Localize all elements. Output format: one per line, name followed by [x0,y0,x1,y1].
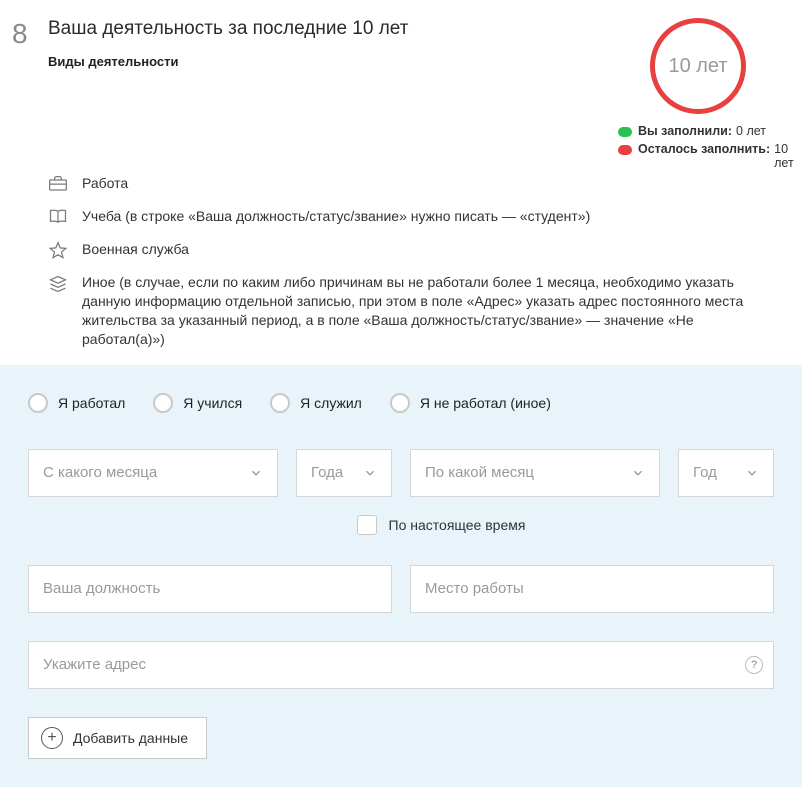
book-icon [48,208,68,226]
progress-remaining: Осталось заполнить: 10 лет [618,142,778,170]
radio-none-label: Я не работал (иное) [420,395,551,411]
progress-remain-value: 10 лет [774,142,794,170]
progress-filled-label: Вы заполнили: [638,124,732,138]
year-to-select[interactable]: Год [678,449,774,497]
month-from-placeholder: С какого месяца [43,464,157,481]
section-title: Ваша деятельность за последние 10 лет [48,18,610,40]
year-from-placeholder: Года [311,464,343,481]
progress-remain-label: Осталось заполнить: [638,142,770,156]
radio-studied[interactable]: Я учился [153,393,242,413]
star-icon [48,241,68,259]
activity-work-label: Работа [82,174,128,193]
years-progress-circle: 10 лет [650,18,746,114]
present-checkbox[interactable] [357,515,377,535]
plus-circle-icon: + [41,727,63,749]
activity-military-label: Военная служба [82,240,189,259]
dot-red-icon [618,145,632,155]
address-input[interactable]: Укажите адрес ? [28,641,774,689]
radio-none[interactable]: Я не работал (иное) [390,393,551,413]
month-from-select[interactable]: С какого месяца [28,449,278,497]
progress-filled: Вы заполнили: 0 лет [618,124,778,138]
radio-icon [390,393,410,413]
radio-served[interactable]: Я служил [270,393,362,413]
chevron-down-icon [745,466,759,480]
radio-studied-label: Я учился [183,395,242,411]
radio-icon [153,393,173,413]
radio-served-label: Я служил [300,395,362,411]
circle-text: 10 лет [668,55,727,78]
chevron-down-icon [363,466,377,480]
radio-icon [270,393,290,413]
briefcase-icon [48,175,68,193]
year-from-select[interactable]: Года [296,449,392,497]
radio-worked-label: Я работал [58,395,125,411]
layers-icon [48,274,68,292]
chevron-down-icon [249,466,263,480]
section-subtitle: Виды деятельности [48,54,610,69]
activity-form-panel: Я работал Я учился Я служил Я не работал… [0,365,802,787]
activity-other-label: Иное (в случае, если по каким либо причи… [82,273,778,349]
radio-icon [28,393,48,413]
workplace-placeholder: Место работы [425,580,524,597]
month-to-select[interactable]: По какой месяц [410,449,660,497]
present-checkbox-label: По настоящее время [389,517,526,533]
radio-worked[interactable]: Я работал [28,393,125,413]
add-button-label: Добавить данные [73,730,188,746]
step-number: 8 [12,18,48,50]
activity-study-label: Учеба (в строке «Ваша должность/статус/з… [82,207,590,226]
position-input[interactable]: Ваша должность [28,565,392,613]
month-to-placeholder: По какой месяц [425,464,534,481]
help-icon[interactable]: ? [745,656,763,674]
position-placeholder: Ваша должность [43,580,160,597]
workplace-input[interactable]: Место работы [410,565,774,613]
year-to-placeholder: Год [693,464,717,481]
dot-green-icon [618,127,632,137]
add-data-button[interactable]: + Добавить данные [28,717,207,759]
address-placeholder: Укажите адрес [43,656,146,673]
progress-filled-value: 0 лет [736,124,766,138]
chevron-down-icon [631,466,645,480]
